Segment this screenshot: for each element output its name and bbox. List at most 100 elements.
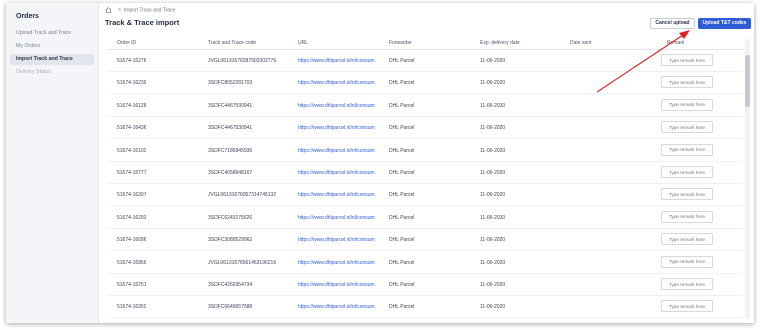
- cell-forwarder: DHL Parcel: [389, 125, 415, 132]
- sidebar-item-upload-track-and-trace[interactable]: Upload Track and Trace: [10, 28, 94, 39]
- header-date-sent[interactable]: Date sent: [570, 40, 591, 46]
- cell-order-id: 51674-16307: [117, 192, 147, 199]
- cell-exp-delivery-date: 11-06-2020: [480, 282, 506, 288]
- cell-track-code: JVGL06131676057314745132: [208, 192, 277, 199]
- page-title: Track & Trace import: [105, 18, 180, 27]
- cell-forwarder: DHL Parcel: [389, 192, 415, 199]
- cell-exp-delivery-date: 11-06-2020: [480, 58, 506, 64]
- table-row: 51674-16307 JVGL06131676057314745132 https…: [107, 184, 743, 207]
- table-row: 51674-16956 JVGL06131676561463196216 https…: [107, 252, 743, 274]
- cell-order-id: 51674-16128: [117, 102, 147, 109]
- cell-order-id: 51674-16293: [117, 214, 147, 221]
- cell-url[interactable]: https://www.dhlparcel.nl/nl/consum: [298, 192, 386, 198]
- upload-codes-button[interactable]: Upload T&T codes: [698, 18, 751, 29]
- remark-input[interactable]: [661, 233, 713, 246]
- cell-exp-delivery-date: 11-06-2020: [480, 304, 506, 311]
- cell-exp-delivery-date: 11-06-2020: [480, 80, 506, 87]
- remark-input[interactable]: [661, 121, 713, 134]
- cell-exp-delivery-date: 11-06-2020: [480, 125, 506, 132]
- sidebar-item-my-orders[interactable]: My Orders: [10, 41, 94, 52]
- cell-forwarder: DHL Parcel: [389, 147, 415, 154]
- remark-input[interactable]: [661, 54, 713, 66]
- cell-forwarder: DHL Parcel: [389, 304, 415, 311]
- cell-order-id: 51674-16239: [117, 80, 147, 87]
- cell-forwarder: DHL Parcel: [389, 259, 415, 266]
- scrollbar-thumb[interactable]: [745, 55, 750, 107]
- cell-exp-delivery-date: 11-06-2020: [480, 192, 506, 199]
- cell-url[interactable]: https://www.dhlparcel.nl/nl/consum: [298, 80, 386, 86]
- cell-url[interactable]: https://www.dhlparcel.nl/nl/consum: [298, 58, 386, 64]
- cell-url[interactable]: https://www.dhlparcel.nl/nl/consum: [298, 103, 386, 109]
- breadcrumb-separator: >: [118, 7, 121, 14]
- table-row: 51674-16096 3SDFC3089529962 https://www.dh…: [107, 229, 743, 252]
- header-url[interactable]: URL: [298, 40, 308, 46]
- cell-url[interactable]: https://www.dhlparcel.nl/nl/consum: [298, 260, 386, 266]
- table-header: Order ID Track and Trace code URL Forwar…: [107, 36, 743, 50]
- sidebar-item-delivery-status[interactable]: Delivery Status: [10, 67, 94, 78]
- cancel-upload-button[interactable]: Cancel upload: [650, 18, 695, 29]
- table-row: 51674-16128 3SDFC4467530941 https://www.dh…: [107, 95, 743, 117]
- header-remark[interactable]: Remark: [667, 40, 685, 46]
- cell-exp-delivery-date: 11-06-2020: [480, 237, 506, 244]
- table-row: 51674-16777 3SDFC4058948167 https://www.dh…: [107, 162, 743, 184]
- cell-url[interactable]: https://www.dhlparcel.nl/nl/consum: [298, 125, 386, 131]
- cell-forwarder: DHL Parcel: [389, 58, 415, 64]
- table-row: 51674-16276 JVGL06131676287903302776 https…: [107, 50, 743, 72]
- cell-url[interactable]: https://www.dhlparcel.nl/nl/consum: [298, 148, 386, 154]
- main-content: > Import Track and Trace Track & Trace im…: [99, 3, 754, 323]
- cell-order-id: 51674-16276: [117, 58, 147, 64]
- cell-track-code: 3SDFC4467530941: [208, 102, 253, 109]
- breadcrumb-current: Import Track and Trace: [123, 7, 176, 14]
- table-row: 51674-16350 3SDFC6649657588 https://www.dh…: [107, 296, 743, 319]
- cell-url[interactable]: https://www.dhlparcel.nl/nl/consum: [298, 215, 386, 221]
- header-forwarder[interactable]: Forwarder: [389, 40, 412, 46]
- header-track-code[interactable]: Track and Trace code: [208, 40, 256, 46]
- cell-forwarder: DHL Parcel: [389, 282, 415, 288]
- cell-url[interactable]: https://www.dhlparcel.nl/nl/consum: [298, 304, 386, 310]
- table-row: 51674-16239 3SDFC8052281703 https://www.dh…: [107, 72, 743, 95]
- sidebar-title: Orders: [16, 13, 39, 20]
- table-row: 51674-16436 3SDFC4467530941 https://www.dh…: [107, 117, 743, 140]
- remark-input[interactable]: [661, 166, 713, 178]
- cell-exp-delivery-date: 11-06-2020: [480, 214, 506, 221]
- table-row: 51674-16293 3SDFC6243175626 https://www.dh…: [107, 207, 743, 229]
- cell-exp-delivery-date: 11-06-2020: [480, 102, 506, 109]
- cell-forwarder: DHL Parcel: [389, 237, 415, 244]
- cell-track-code: 3SDFC6649657588: [208, 304, 253, 311]
- cell-url[interactable]: https://www.dhlparcel.nl/nl/consum: [298, 282, 386, 288]
- header-order-id[interactable]: Order ID: [117, 40, 136, 46]
- cell-track-code: 3SDFC6243175626: [208, 214, 253, 221]
- remark-input[interactable]: [661, 188, 713, 201]
- table-row: 51674-16751 3SDFC4260354734 https://www.dh…: [107, 274, 743, 296]
- cell-order-id: 51674-16350: [117, 304, 147, 311]
- cell-track-code: JVGL06131676287903302776: [208, 58, 277, 64]
- cell-forwarder: DHL Parcel: [389, 80, 415, 87]
- cell-exp-delivery-date: 11-06-2020: [480, 259, 506, 266]
- header-exp-delivery-date[interactable]: Exp. delivery date: [480, 40, 520, 46]
- remark-input[interactable]: [661, 98, 713, 111]
- remark-input[interactable]: [661, 76, 713, 89]
- remark-input[interactable]: [661, 143, 713, 156]
- cell-forwarder: DHL Parcel: [389, 102, 415, 109]
- cell-forwarder: DHL Parcel: [389, 214, 415, 221]
- sidebar-item-import-track-and-trace[interactable]: Import Track and Trace: [10, 54, 94, 65]
- cell-track-code: 3SDFC4058948167: [208, 170, 253, 176]
- remark-input[interactable]: [661, 278, 713, 290]
- home-icon[interactable]: [105, 7, 112, 13]
- vertical-scrollbar[interactable]: [745, 39, 750, 319]
- cell-order-id: 51674-16436: [117, 125, 147, 132]
- app-window: Orders Upload Track and Trace My Orders …: [6, 3, 754, 323]
- cell-order-id: 51674-16096: [117, 237, 147, 244]
- cell-order-id: 51674-16956: [117, 259, 147, 266]
- remark-input[interactable]: [661, 300, 713, 313]
- cell-track-code: JVGL06131676561463196216: [208, 259, 277, 266]
- remark-input[interactable]: [661, 255, 713, 268]
- remark-input[interactable]: [661, 210, 713, 223]
- cell-track-code: 3SDFC3089529962: [208, 237, 253, 244]
- breadcrumb: > Import Track and Trace: [105, 7, 175, 13]
- cell-order-id: 51674-16102: [117, 147, 147, 154]
- cell-track-code: 3SDFC7185945936: [208, 147, 253, 154]
- cell-order-id: 51674-16751: [117, 282, 147, 288]
- cell-url[interactable]: https://www.dhlparcel.nl/nl/consum: [298, 170, 386, 176]
- cell-url[interactable]: https://www.dhlparcel.nl/nl/consum: [298, 237, 386, 243]
